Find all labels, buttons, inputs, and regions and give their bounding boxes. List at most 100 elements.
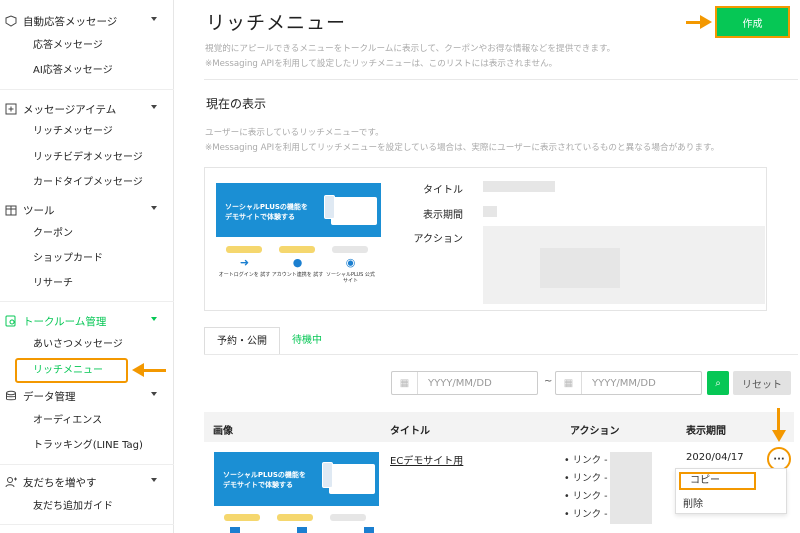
chevron-down-icon[interactable] [151,206,157,210]
sidebar-item-audience[interactable]: オーディエンス [33,411,102,431]
section-title-current: 現在の表示 [206,97,267,111]
end-date-input[interactable]: ▦ YYYY/MM/DD [555,371,702,395]
column-action: アクション [570,426,620,437]
redacted-value [610,452,652,524]
sidebar-item-add-friend-guide[interactable]: 友だち追加ガイド [33,497,113,517]
column-title: タイトル [390,426,430,437]
list-item: • リンク - [564,491,608,502]
arrow-right-icon [700,15,712,29]
sidebar-section-talkroom[interactable]: トークルーム管理 [0,309,174,333]
banner-headline: ソーシャルPLUSの機能を デモサイトで体験する [225,203,308,221]
menu-item-copy[interactable]: コピー [679,472,756,490]
tab-scheduled-published[interactable]: 予約・公開 [204,327,280,355]
calendar-icon: ▦ [392,372,418,394]
row-action-menu: コピー 削除 [675,468,787,514]
rich-menu-banner-image: ソーシャルPLUSの機能を デモサイトで体験する [216,183,381,237]
chevron-down-icon[interactable] [151,478,157,482]
divider [204,79,798,80]
sidebar-section-data[interactable]: データ管理 [0,384,174,408]
column-period: 表示期間 [686,426,726,437]
sidebar: 自動応答メッセージ 応答メッセージ AI応答メッセージ メッセージアイテム リッ… [0,0,174,533]
sidebar-item-rich-video[interactable]: リッチビデオメッセージ [33,148,143,168]
sidebar-section-label: トークルーム管理 [23,315,107,328]
search-button[interactable]: ⌕ [707,371,729,395]
sidebar-item-card-type[interactable]: カードタイプメッセージ [33,173,143,193]
chevron-down-icon[interactable] [151,17,157,21]
tab-pending[interactable]: 待機中 [280,327,334,355]
current-description: ユーザーに表示しているリッチメニューです。 [205,128,384,138]
list-item: • リンク - [564,455,608,466]
date-range-separator: ~ [544,376,553,387]
label-title: タイトル [423,185,463,196]
row-title-link[interactable]: ECデモサイト用 [390,452,463,467]
thumbnail-tag-row [224,514,383,521]
redacted-value [483,226,765,304]
main-content: リッチメニュー 視覚的にアピールできるメニューをトークルームに表示して、クーポン… [174,0,800,533]
sidebar-section-auto-reply[interactable]: 自動応答メッセージ [0,9,174,33]
chevron-down-icon[interactable] [151,392,157,396]
plus-square-icon [5,103,17,115]
sidebar-section-label: データ管理 [23,390,76,403]
label-period: 表示期間 [423,210,463,221]
menu-item-delete[interactable]: 削除 [683,495,703,510]
toolbox-icon [5,204,17,216]
row-date: 2020/04/17 [686,452,744,463]
login-arrow-icon: ➜ [239,256,250,269]
list-item: • リンク - [564,509,608,520]
reset-button[interactable]: リセット [733,371,791,395]
sidebar-item-tracking[interactable]: トラッキング(LINE Tag) [33,436,143,456]
table-header: 画像 タイトル アクション 表示期間 [204,412,794,442]
sidebar-item-rich-menu[interactable]: リッチメニュー [15,358,128,383]
info-circle-icon: ◉ [345,256,356,269]
sidebar-section-label: 自動応答メッセージ [23,15,118,28]
tile-label: オートログインを 試す [218,272,271,278]
sidebar-section-message-items[interactable]: メッセージアイテム [0,97,174,121]
start-date-input[interactable]: ▦ YYYY/MM/DD [391,371,538,395]
chevron-down-icon[interactable] [151,317,157,321]
redacted-value [540,248,620,288]
current-display-card: ソーシャルPLUSの機能を デモサイトで体験する ➜ オートログインを 試す ● ア… [204,167,767,311]
talkroom-icon [5,315,17,327]
label-action: アクション [413,234,464,245]
thumbnail-icon-row [230,527,374,533]
banner-tile-row: ➜ オートログインを 試す ● アカウント連携を 試す ◉ ソーシャルPLUS 公式サ… [218,256,377,285]
tile-label: ソーシャルPLUS 公式サイト [326,272,375,284]
current-note: ※Messaging APIを利用してリッチメニューを設定している場合は、実際に… [205,143,720,153]
tile-label: アカウント連携を 試す [271,272,324,278]
column-image: 画像 [213,426,233,437]
highlight-arrow-shaft [144,369,166,372]
redacted-value [483,181,555,192]
redacted-value [483,206,497,217]
arrow-down-icon [772,430,786,442]
sidebar-item-rich-message[interactable]: リッチメッセージ [33,122,113,142]
person-icon: ● [292,256,303,269]
row-action-list: • リンク - • リンク - • リンク - • リンク - [564,452,608,524]
add-friend-icon [5,476,17,488]
list-item: • リンク - [564,473,608,484]
tab-underline [204,354,798,355]
calendar-icon: ▦ [556,372,582,394]
sidebar-item-greeting[interactable]: あいさつメッセージ [33,335,123,355]
sidebar-item-shop-card[interactable]: ショップカード [33,249,103,269]
speech-bubble-icon [5,15,17,27]
chevron-down-icon[interactable] [151,105,157,109]
sidebar-section-label: 友だちを増やす [23,476,97,489]
sidebar-section-friends[interactable]: 友だちを増やす [0,470,174,494]
sidebar-section-tools[interactable]: ツール [0,198,174,222]
rich-menu-thumbnail: ソーシャルPLUSの機能を デモサイトで体験する [214,452,379,506]
sidebar-item-reply-message[interactable]: 応答メッセージ [33,36,103,56]
create-button[interactable]: 作成 [715,6,790,38]
search-icon: ⌕ [715,377,721,389]
page-note: ※Messaging APIを利用して設定したリッチメニューは、このリストには表… [205,59,558,69]
date-placeholder: YYYY/MM/DD [592,377,656,389]
sidebar-section-label: メッセージアイテム [23,103,117,116]
highlight-arrow-shaft [777,408,780,432]
tab-bar: 予約・公開 待機中 [204,327,334,355]
banner-tag-row [226,246,385,253]
sidebar-item-coupon[interactable]: クーポン [33,224,73,244]
sidebar-item-research[interactable]: リサーチ [33,274,73,294]
sidebar-item-ai-reply[interactable]: AI応答メッセージ [33,61,113,81]
sidebar-section-label: ツール [23,204,55,217]
database-icon [5,390,17,402]
create-button-label: 作成 [742,18,763,30]
